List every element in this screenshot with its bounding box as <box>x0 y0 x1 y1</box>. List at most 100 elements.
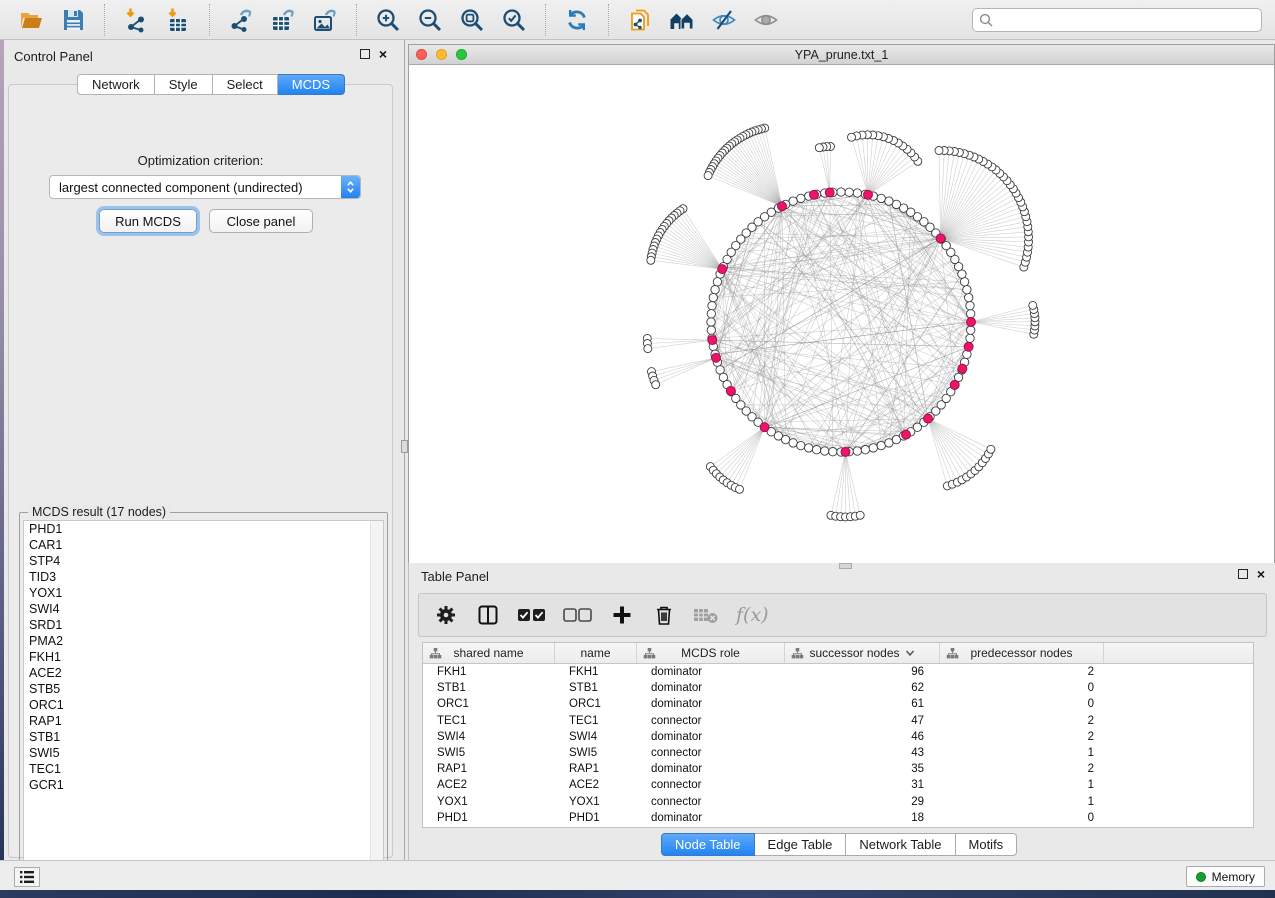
graph-node[interactable] <box>869 444 877 452</box>
cell-name[interactable]: ORC1 <box>555 698 637 710</box>
select-all-button[interactable] <box>517 600 547 630</box>
graph-node[interactable] <box>845 188 853 196</box>
graph-node[interactable] <box>877 441 885 449</box>
mcds-result-item[interactable]: ACE2 <box>24 665 383 681</box>
zoom-fit-button[interactable] <box>451 5 493 35</box>
tab-motifs[interactable]: Motifs <box>956 833 1018 856</box>
cell-predecessor-nodes[interactable]: 2 <box>940 715 1104 727</box>
memory-button[interactable]: Memory <box>1186 866 1265 887</box>
cell-predecessor-nodes[interactable]: 0 <box>940 812 1104 824</box>
cell-name[interactable]: SWI5 <box>555 747 637 759</box>
mcds-result-item[interactable]: SWI4 <box>24 601 383 617</box>
table-row[interactable]: YOX1YOX1connector291 <box>423 794 1253 810</box>
table-row[interactable]: SWI5SWI5connector431 <box>423 745 1253 761</box>
graph-node[interactable] <box>1029 301 1037 309</box>
table-row[interactable]: RAP1RAP1dominator352 <box>423 761 1253 777</box>
close-table-panel-icon[interactable]: × <box>1257 569 1265 579</box>
cell-MCDS-role[interactable]: dominator <box>637 812 785 824</box>
cell-predecessor-nodes[interactable]: 1 <box>940 796 1104 808</box>
table-row[interactable]: TEC1TEC1connector472 <box>423 713 1253 729</box>
tab-node-table[interactable]: Node Table <box>661 833 755 856</box>
graph-node[interactable] <box>861 446 869 454</box>
cell-name[interactable]: RAP1 <box>555 763 637 775</box>
mcds-result-item[interactable]: ORC1 <box>24 697 383 713</box>
cell-shared-name[interactable]: RAP1 <box>423 763 555 775</box>
cell-MCDS-role[interactable]: dominator <box>637 666 785 678</box>
network-view-canvas[interactable] <box>408 65 1275 563</box>
table-row[interactable]: FKH1FKH1dominator962 <box>423 664 1253 680</box>
graph-node[interactable] <box>652 381 660 389</box>
graph-hub-node[interactable] <box>718 265 727 274</box>
graph-node[interactable] <box>789 439 797 447</box>
cell-MCDS-role[interactable]: connector <box>637 779 785 791</box>
column-header-successor-nodes[interactable]: successor nodes <box>785 643 940 663</box>
graph-node[interactable] <box>856 511 864 519</box>
cell-predecessor-nodes[interactable]: 2 <box>940 731 1104 743</box>
mcds-result-item[interactable]: PMA2 <box>24 633 383 649</box>
network-window-titlebar[interactable]: YPA_prune.txt_1 <box>408 44 1275 65</box>
table-row[interactable]: ACE2ACE2connector311 <box>423 777 1253 793</box>
cell-name[interactable]: PHD1 <box>555 812 637 824</box>
cell-name[interactable]: STB1 <box>555 682 637 694</box>
graph-hub-node[interactable] <box>958 364 967 373</box>
graph-node[interactable] <box>848 133 856 141</box>
float-panel-icon[interactable] <box>360 49 370 59</box>
neighbors-button[interactable] <box>661 5 703 35</box>
graph-hub-node[interactable] <box>825 188 834 197</box>
mcds-result-item[interactable]: SWI5 <box>24 745 383 761</box>
cell-successor-nodes[interactable]: 47 <box>785 715 940 727</box>
settings-gear-button[interactable] <box>433 600 459 630</box>
cell-predecessor-nodes[interactable]: 2 <box>940 763 1104 775</box>
graph-hub-node[interactable] <box>778 202 787 211</box>
mcds-result-item[interactable]: YOX1 <box>24 585 383 601</box>
cell-successor-nodes[interactable]: 96 <box>785 666 940 678</box>
close-panel-button[interactable]: Close panel <box>209 209 313 233</box>
cell-successor-nodes[interactable]: 31 <box>785 779 940 791</box>
cell-shared-name[interactable]: ACE2 <box>423 779 555 791</box>
mcds-result-item[interactable]: STB5 <box>24 681 383 697</box>
table-row[interactable]: PHD1PHD1dominator180 <box>423 810 1253 826</box>
graph-hub-node[interactable] <box>760 423 769 432</box>
cell-predecessor-nodes[interactable]: 2 <box>940 666 1104 678</box>
cell-successor-nodes[interactable]: 18 <box>785 812 940 824</box>
export-network-button[interactable] <box>220 5 262 35</box>
graph-node[interactable] <box>965 293 973 301</box>
graph-node[interactable] <box>960 278 968 286</box>
graph-node[interactable] <box>837 188 845 196</box>
graph-node[interactable] <box>966 302 974 310</box>
column-header-name[interactable]: name <box>555 643 637 663</box>
graph-node[interactable] <box>708 302 716 310</box>
cell-predecessor-nodes[interactable]: 1 <box>940 779 1104 791</box>
graph-node[interactable] <box>647 256 655 264</box>
graph-node[interactable] <box>821 447 829 455</box>
zoom-in-button[interactable] <box>367 5 409 35</box>
graph-hub-node[interactable] <box>964 342 973 351</box>
graph-node[interactable] <box>829 448 837 456</box>
mcds-result-item[interactable]: TID3 <box>24 569 383 585</box>
cell-shared-name[interactable]: SWI5 <box>423 747 555 759</box>
cell-shared-name[interactable]: FKH1 <box>423 666 555 678</box>
mcds-result-item[interactable]: FKH1 <box>24 649 383 665</box>
graph-hub-node[interactable] <box>902 430 911 439</box>
cell-predecessor-nodes[interactable]: 1 <box>940 747 1104 759</box>
tab-network[interactable]: Network <box>77 74 155 95</box>
graph-node[interactable] <box>707 326 715 334</box>
cell-MCDS-role[interactable]: connector <box>637 715 785 727</box>
column-header-MCDS-role[interactable]: MCDS role <box>637 643 785 663</box>
cell-successor-nodes[interactable]: 43 <box>785 747 940 759</box>
graph-hub-node[interactable] <box>950 381 959 390</box>
cell-shared-name[interactable]: STB1 <box>423 682 555 694</box>
graph-hub-node[interactable] <box>810 190 819 199</box>
graph-node[interactable] <box>853 189 861 197</box>
mcds-result-item[interactable]: STP4 <box>24 553 383 569</box>
hide-selected-button[interactable] <box>703 5 745 35</box>
cell-MCDS-role[interactable]: dominator <box>637 698 785 710</box>
open-button[interactable] <box>10 5 52 35</box>
graph-node[interactable] <box>812 446 820 454</box>
search-input[interactable] <box>972 8 1262 32</box>
graph-node[interactable] <box>967 326 975 334</box>
node-table[interactable]: shared namenameMCDS rolesuccessor nodesp… <box>422 642 1254 828</box>
zoom-out-button[interactable] <box>409 5 451 35</box>
cell-shared-name[interactable]: PHD1 <box>423 812 555 824</box>
graph-node[interactable] <box>966 334 974 342</box>
